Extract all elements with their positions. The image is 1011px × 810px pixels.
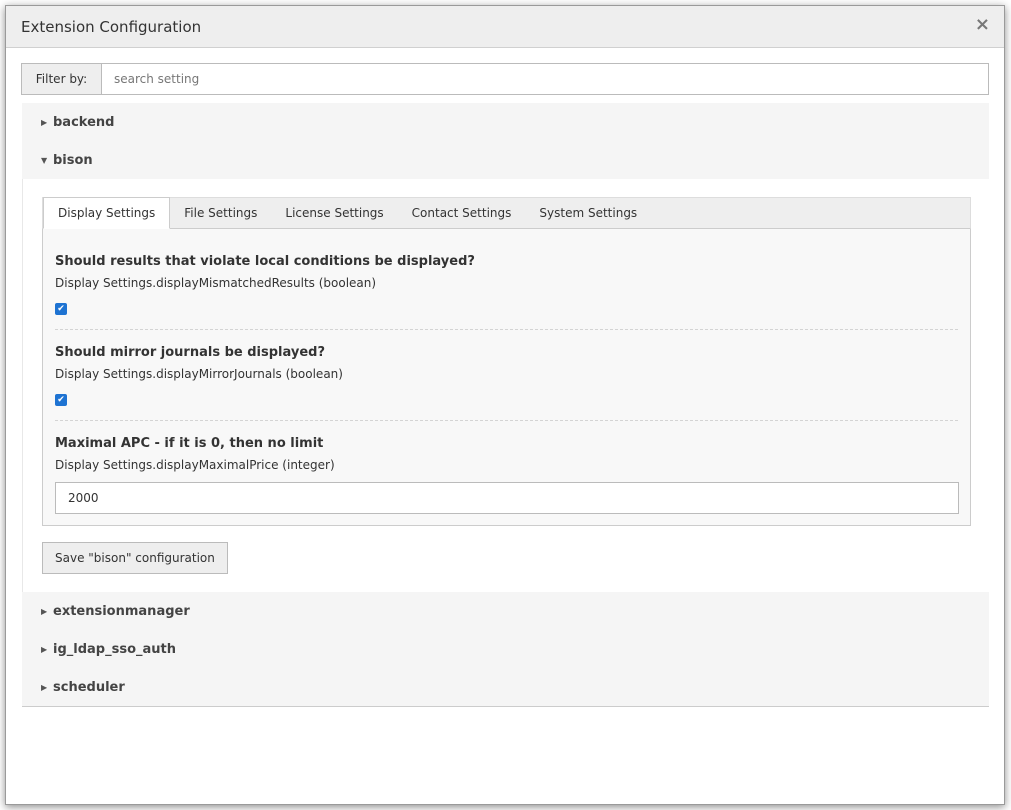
- setting-title: Should results that violate local condit…: [55, 254, 475, 269]
- panel-title-scheduler: scheduler: [53, 679, 125, 695]
- check-icon: ✔: [57, 304, 65, 314]
- tab-display-settings[interactable]: Display Settings: [43, 197, 171, 229]
- panel-header-bison[interactable]: ▼ bison: [22, 141, 989, 179]
- modal-title: Extension Configuration: [21, 18, 202, 36]
- setting-key: Display Settings.displayMaximalPrice (in…: [55, 458, 335, 472]
- display-mirror-journals-checkbox[interactable]: ✔: [55, 394, 67, 406]
- tab-system-settings[interactable]: System Settings: [525, 197, 651, 228]
- panel-title-backend: backend: [53, 114, 115, 130]
- close-icon[interactable]: ×: [975, 14, 990, 35]
- panel-title-bison: bison: [53, 152, 93, 168]
- check-icon: ✔: [57, 395, 65, 405]
- panel-title-ig-ldap-sso-auth: ig_ldap_sso_auth: [53, 641, 177, 657]
- save-bison-configuration-button[interactable]: Save "bison" configuration: [42, 542, 228, 574]
- extension-panels: ▶ backend ▼ bison Display Settings File …: [22, 103, 989, 707]
- search-setting-input[interactable]: [102, 64, 988, 94]
- filter-group: Filter by:: [21, 63, 989, 95]
- extension-configuration-modal: Extension Configuration × Filter by: ▶ b…: [5, 5, 1005, 805]
- modal-header: Extension Configuration ×: [6, 6, 1004, 48]
- setting-display-mismatched-results: Should results that violate local condit…: [55, 229, 958, 329]
- panel-header-ig-ldap-sso-auth[interactable]: ▶ ig_ldap_sso_auth: [22, 630, 989, 668]
- setting-title: Should mirror journals be displayed?: [55, 345, 326, 360]
- tab-contact-settings[interactable]: Contact Settings: [398, 197, 526, 228]
- setting-title: Maximal APC - if it is 0, then no limit: [55, 436, 324, 451]
- settings-tabs: Display Settings File Settings License S…: [42, 197, 971, 229]
- panel-header-extensionmanager[interactable]: ▶ extensionmanager: [22, 592, 989, 630]
- setting-display-maximal-price: Maximal APC - if it is 0, then no limit …: [55, 420, 959, 522]
- panel-body-bison: Display Settings File Settings License S…: [22, 179, 989, 592]
- setting-key: Display Settings.displayMirrorJournals (…: [55, 367, 343, 381]
- caret-right-icon: ▶: [41, 682, 48, 692]
- maximal-apc-input[interactable]: 2000: [55, 482, 959, 514]
- setting-key: Display Settings.displayMismatchedResult…: [55, 276, 377, 290]
- setting-display-mirror-journals: Should mirror journals be displayed? Dis…: [55, 329, 958, 420]
- tab-content-display-settings: Should results that violate local condit…: [42, 229, 971, 526]
- tab-license-settings[interactable]: License Settings: [271, 197, 397, 228]
- caret-right-icon: ▶: [41, 644, 48, 654]
- display-mismatched-results-checkbox[interactable]: ✔: [55, 303, 67, 315]
- panel-header-backend[interactable]: ▶ backend: [22, 103, 989, 141]
- panel-header-scheduler[interactable]: ▶ scheduler: [22, 668, 989, 706]
- caret-down-icon: ▼: [41, 155, 48, 165]
- tab-file-settings[interactable]: File Settings: [170, 197, 271, 228]
- filter-label: Filter by:: [22, 64, 102, 94]
- caret-right-icon: ▶: [41, 117, 48, 127]
- panel-title-extensionmanager: extensionmanager: [53, 603, 190, 619]
- caret-right-icon: ▶: [41, 606, 48, 616]
